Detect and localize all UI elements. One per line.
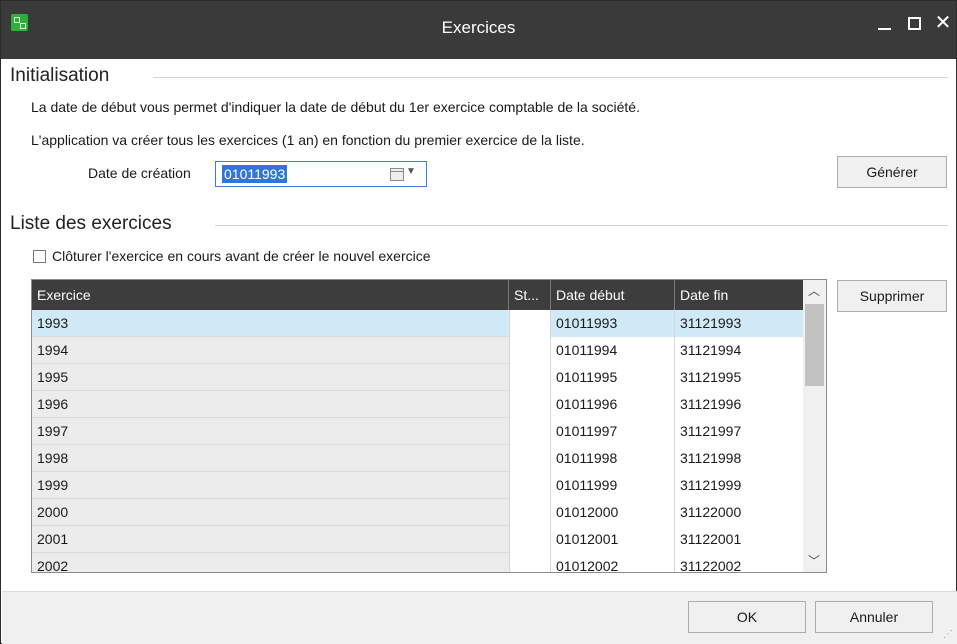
cell-statut	[509, 526, 551, 553]
cell-date-debut: 01011999	[551, 472, 675, 499]
cell-date-debut: 01011994	[551, 337, 675, 364]
dialog-footer: OK Annuler	[2, 591, 957, 644]
cell-date-debut: 01011998	[551, 445, 675, 472]
close-before-create-checkbox[interactable]	[33, 250, 46, 263]
initialisation-heading: Initialisation	[10, 65, 110, 86]
cell-date-debut: 01011996	[551, 391, 675, 418]
cell-date-fin: 31121994	[675, 337, 803, 364]
close-icon: ✕	[934, 12, 952, 34]
calendar-icon[interactable]	[390, 168, 404, 181]
cell-date-fin: 31121998	[675, 445, 803, 472]
cell-statut	[509, 553, 551, 572]
exercices-window: Exercices ✕ Initialisation La date de dé…	[0, 0, 957, 644]
cell-exercice: 1998	[37, 450, 69, 466]
cell-date-fin: 31121999	[675, 472, 803, 499]
chevron-down-icon[interactable]: ▼	[406, 166, 416, 177]
cell-date-fin: 31122001	[675, 526, 803, 553]
table-row[interactable]: 2002 01012002 31122002	[32, 553, 803, 573]
init-description-1: La date de début vous permet d'indiquer …	[31, 99, 640, 115]
exercise-list-divider	[215, 225, 948, 226]
table-row[interactable]: 1997 01011997 31121997	[32, 418, 803, 445]
table-row[interactable]: 2000 01012000 31122000	[32, 499, 803, 526]
scrollbar-thumb[interactable]	[805, 304, 824, 386]
table-row[interactable]: 1994 01011994 31121994	[32, 337, 803, 364]
cell-statut	[509, 391, 551, 418]
cell-statut	[509, 499, 551, 526]
table-row[interactable]: 1995 01011995 31121995	[32, 364, 803, 391]
scroll-down-icon[interactable]: ﹀	[808, 552, 820, 569]
cell-statut	[509, 472, 551, 499]
title-bar[interactable]: Exercices ✕	[1, 1, 956, 59]
cell-exercice: 1997	[37, 423, 69, 439]
ok-button[interactable]: OK	[688, 601, 806, 633]
cell-date-fin: 31122002	[675, 553, 803, 572]
cell-exercice: 1996	[37, 396, 69, 412]
minimize-icon	[878, 28, 891, 30]
exercise-list-heading: Liste des exercices	[10, 213, 172, 234]
creation-date-input[interactable]: 01011993 ▼	[215, 161, 427, 187]
table-row[interactable]: 1996 01011996 31121996	[32, 391, 803, 418]
resize-grip-icon[interactable]: ⋰	[943, 629, 953, 640]
exercise-table[interactable]: Exercice St... Date début Date fin 1993 0…	[31, 279, 827, 573]
delete-button[interactable]: Supprimer	[837, 280, 947, 312]
table-row[interactable]: 1999 01011999 31121999	[32, 472, 803, 499]
cell-date-fin: 31121996	[675, 391, 803, 418]
cell-date-fin: 31122000	[675, 499, 803, 526]
table-row[interactable]: 1998 01011998 31121998	[32, 445, 803, 472]
column-header-date-fin[interactable]: Date fin	[675, 280, 803, 310]
cell-statut	[509, 310, 551, 337]
cell-date-debut: 01012001	[551, 526, 675, 553]
scroll-up-icon[interactable]: ︿	[808, 282, 820, 299]
cell-date-debut: 01011995	[551, 364, 675, 391]
maximize-button[interactable]	[901, 9, 929, 37]
close-before-create-label: Clôturer l'exercice en cours avant de cr…	[52, 248, 431, 264]
cell-date-fin: 31121993	[675, 310, 803, 337]
cell-statut	[509, 364, 551, 391]
close-button[interactable]: ✕	[929, 9, 957, 37]
window-title: Exercices	[441, 18, 516, 37]
generate-button[interactable]: Générer	[837, 156, 947, 188]
cell-statut	[509, 445, 551, 472]
table-body: 1993 01011993 31121993 1994 01011994 31121994…	[32, 310, 803, 573]
cell-exercice: 2001	[37, 531, 69, 547]
column-header-statut[interactable]: St...	[509, 280, 551, 310]
cell-date-debut: 01012000	[551, 499, 675, 526]
maximize-icon	[908, 17, 921, 30]
table-header: Exercice St... Date début Date fin	[32, 280, 803, 310]
cell-exercice: 2002	[37, 558, 69, 573]
cell-statut	[509, 337, 551, 364]
column-header-date-debut[interactable]: Date début	[551, 280, 675, 310]
creation-date-value: 01011993	[222, 165, 288, 183]
cancel-button[interactable]: Annuler	[815, 601, 933, 633]
cell-exercice: 1999	[37, 477, 69, 493]
cell-date-debut: 01011997	[551, 418, 675, 445]
table-row[interactable]: 2001 01012001 31122001	[32, 526, 803, 553]
cell-date-debut: 01011993	[551, 310, 675, 337]
cell-exercice: 1993	[37, 315, 69, 331]
table-scrollbar[interactable]: ︿ ﹀	[803, 280, 826, 572]
initialisation-divider	[153, 77, 948, 78]
column-header-exercice[interactable]: Exercice	[32, 280, 509, 310]
cell-date-fin: 31121995	[675, 364, 803, 391]
cell-date-fin: 31121997	[675, 418, 803, 445]
cell-exercice: 2000	[37, 504, 69, 520]
cell-exercice: 1994	[37, 342, 69, 358]
table-row[interactable]: 1993 01011993 31121993	[32, 310, 803, 337]
init-description-2: L'application va créer tous les exercice…	[31, 132, 585, 148]
cell-exercice: 1995	[37, 369, 69, 385]
cell-statut	[509, 418, 551, 445]
cell-date-debut: 01012002	[551, 553, 675, 572]
minimize-button[interactable]	[871, 9, 899, 37]
creation-date-label: Date de création	[88, 165, 191, 181]
